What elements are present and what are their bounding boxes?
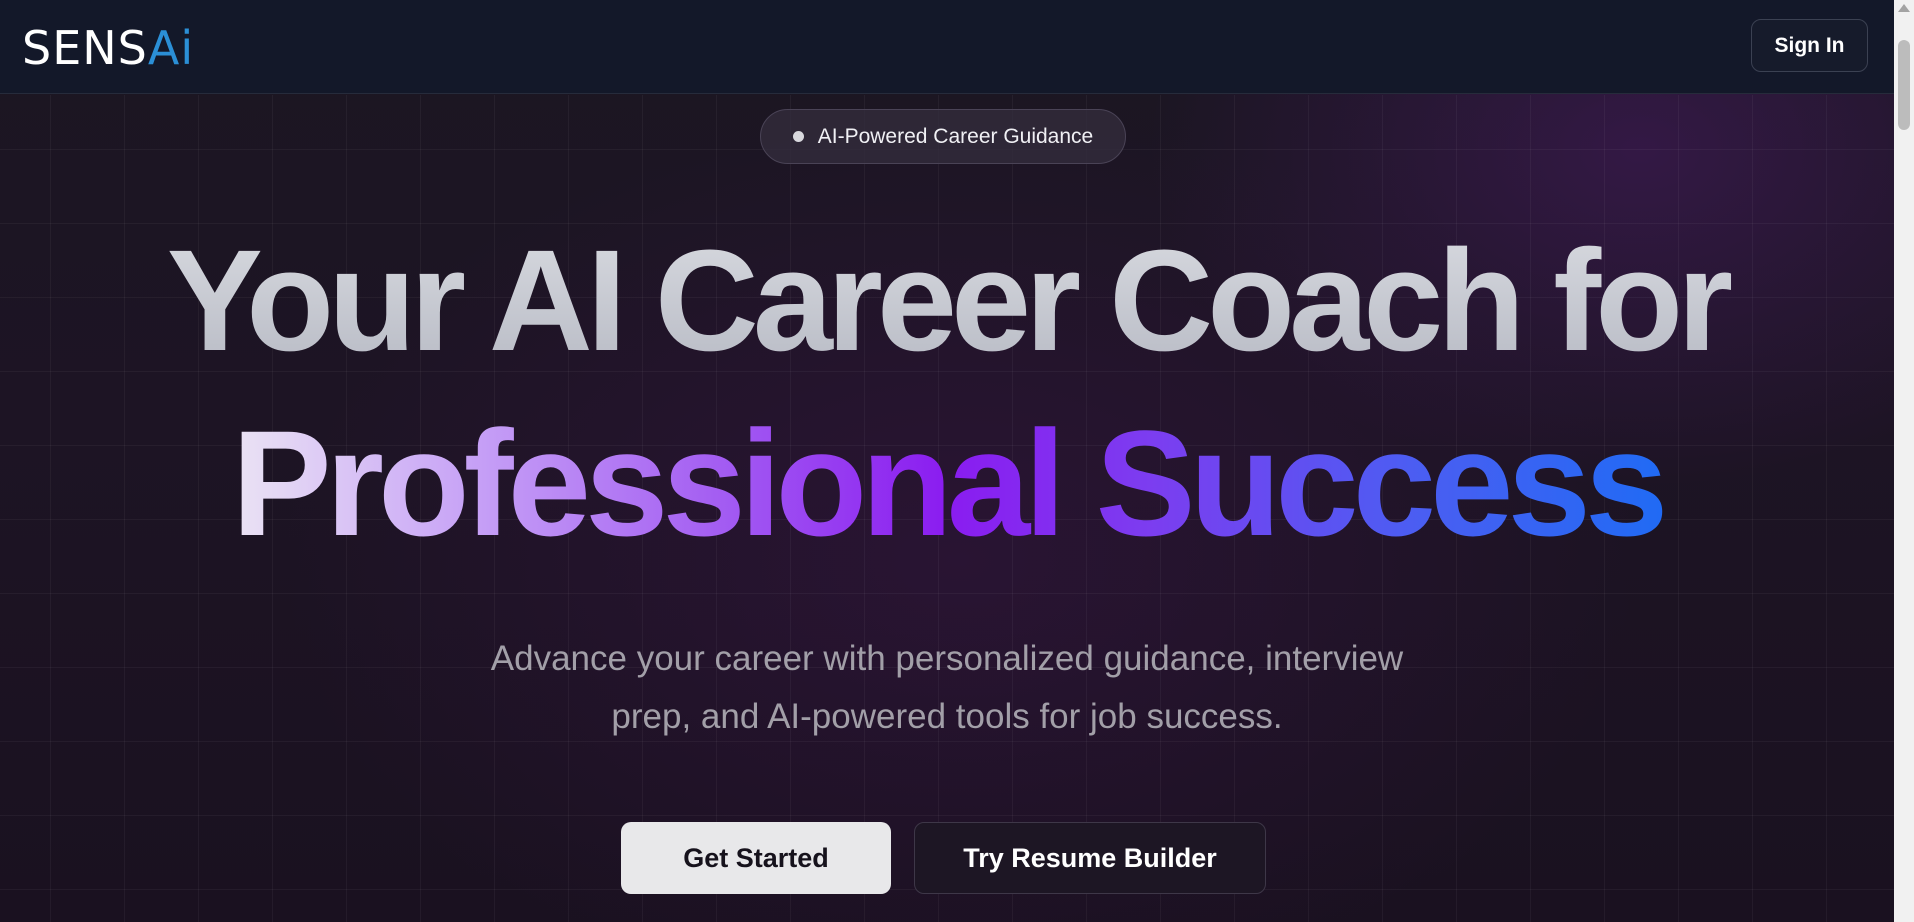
top-navbar: SENS Ai Sign In <box>0 0 1894 94</box>
logo-text-accent: Ai <box>147 21 195 75</box>
hero-subtitle: Advance your career with personalized gu… <box>397 630 1497 746</box>
scrollbar-thumb[interactable] <box>1898 40 1910 130</box>
dot-icon <box>792 131 804 142</box>
logo-text-primary: SENS <box>22 21 148 75</box>
sign-in-button[interactable]: Sign In <box>1751 19 1868 72</box>
scroll-up-arrow-icon[interactable] <box>1898 4 1910 12</box>
ai-guidance-badge: AI-Powered Career Guidance <box>760 109 1126 164</box>
vertical-scrollbar[interactable] <box>1894 0 1914 922</box>
headline-gradient-text: Professional Success <box>224 399 1671 567</box>
landing-page: SENS Ai Sign In AI-Powered Career Guidanc… <box>0 0 1914 922</box>
headline-line-2: Professional Success <box>0 405 1894 561</box>
subtitle-line-2: prep, and AI-powered tools for job succe… <box>611 697 1283 736</box>
headline-line-1: Your AI Career Coach for <box>0 226 1894 376</box>
subtitle-line-1: Advance your career with personalized gu… <box>490 639 1404 678</box>
badge-label: AI-Powered Career Guidance <box>817 124 1094 148</box>
get-started-button[interactable]: Get Started <box>621 822 891 894</box>
try-resume-builder-button[interactable]: Try Resume Builder <box>914 822 1266 894</box>
sensai-logo[interactable]: SENS Ai <box>22 22 194 74</box>
